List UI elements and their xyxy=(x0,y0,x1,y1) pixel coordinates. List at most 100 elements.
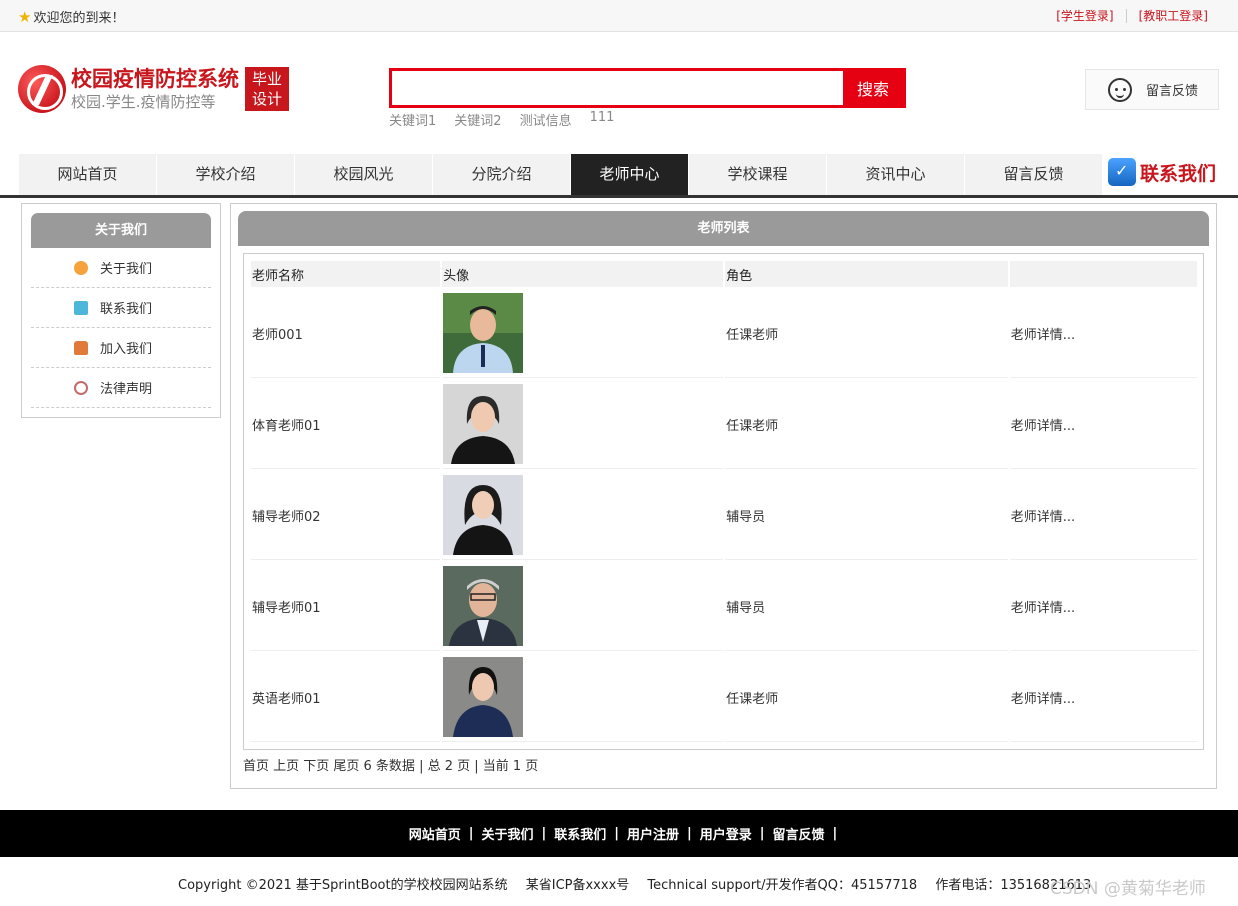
sidebar-item-contact[interactable]: 联系我们 xyxy=(31,288,211,328)
contact-us-link[interactable]: 联系我们 xyxy=(1108,158,1216,186)
teacher-role: 任课老师 xyxy=(725,380,1008,469)
icp-text: 某省ICP备xxxx号 xyxy=(525,878,630,893)
avatar-cell xyxy=(442,380,724,469)
teacher-role: 任课老师 xyxy=(725,289,1008,378)
search-button[interactable]: 搜索 xyxy=(843,71,903,105)
feedback-button[interactable]: 留言反馈 xyxy=(1085,69,1219,110)
teacher-name: 辅导老师02 xyxy=(251,471,441,560)
avatar-cell xyxy=(442,653,724,742)
sidebar-item-label: 法律声明 xyxy=(100,382,153,397)
pagination[interactable]: 首页 上页 下页 尾页 6 条数据 | 总 2 页 | 当前 1 页 xyxy=(243,755,538,774)
table-row: 辅导老师02 辅导员 老师详情... xyxy=(251,471,1197,560)
table-row: 辅导老师01 辅导员 老师详情... xyxy=(251,562,1197,651)
footer-link-contact[interactable]: 联系我们 xyxy=(546,824,614,843)
nav-item-feedback[interactable]: 留言反馈 xyxy=(965,154,1103,195)
footer-link-about[interactable]: 关于我们 xyxy=(473,824,541,843)
header: 校园疫情防控系统 校园.学生.疫情防控等 毕业 设计 搜索 关键词1 关键词2 … xyxy=(0,32,1238,154)
welcome-message: ★ 欢迎您的到来！ xyxy=(18,7,124,26)
clipboard-icon xyxy=(74,300,88,315)
sidebar-item-label: 关于我们 xyxy=(100,262,153,277)
nav-item-teacher-center[interactable]: 老师中心 xyxy=(571,154,689,195)
student-login-link[interactable]: [学生登录] xyxy=(1044,7,1125,24)
support-text: Technical support/开发作者QQ：45157718 xyxy=(647,878,918,893)
sidebar-item-legal[interactable]: 法律声明 xyxy=(31,368,211,408)
feedback-label: 留言反馈 xyxy=(1146,84,1199,99)
teacher-table: 老师名称 头像 角色 老师001 任课老师 老师详情... 体育老师01 任课老… xyxy=(249,259,1199,744)
teacher-role: 辅导员 xyxy=(725,471,1008,560)
table-header-row: 老师名称 头像 角色 xyxy=(251,261,1197,287)
teacher-detail-link[interactable]: 老师详情... xyxy=(1011,510,1075,525)
teacher-name: 英语老师01 xyxy=(251,653,441,742)
top-bar: ★ 欢迎您的到来！ [学生登录] [教职工登录] xyxy=(0,0,1238,32)
contact-us-label: 联系我们 xyxy=(1140,162,1217,185)
footer-link-feedback[interactable]: 留言反馈 xyxy=(765,824,833,843)
teacher-avatar[interactable] xyxy=(443,475,524,555)
table-row: 老师001 任课老师 老师详情... xyxy=(251,289,1197,378)
teacher-role: 辅导员 xyxy=(725,562,1008,651)
search-input[interactable] xyxy=(392,71,843,105)
badge-line-1: 毕业 xyxy=(251,70,282,88)
watermark: CSDN @黄菊华老师 xyxy=(1050,879,1206,899)
teacher-avatar[interactable] xyxy=(443,384,524,464)
keyword-link[interactable]: 关键词2 xyxy=(454,110,501,129)
staff-login-link[interactable]: [教职工登录] xyxy=(1127,7,1220,24)
nav-item-home[interactable]: 网站首页 xyxy=(19,154,157,195)
teacher-avatar[interactable] xyxy=(443,293,524,373)
footer-nav: 网站首页 | 关于我们 | 联系我们 | 用户注册 | 用户登录 | 留言反馈 | xyxy=(0,810,1238,857)
footer-link-register[interactable]: 用户注册 xyxy=(619,824,687,843)
main-nav: 网站首页 学校介绍 校园风光 分院介绍 老师中心 学校课程 资讯中心 留言反馈 … xyxy=(0,154,1238,198)
avatar-cell xyxy=(442,562,724,651)
info-icon xyxy=(74,260,88,275)
teacher-avatar[interactable] xyxy=(443,566,524,646)
logo-icon xyxy=(18,65,66,113)
keyword-link[interactable]: 测试信息 xyxy=(520,110,572,129)
site-logo[interactable]: 校园疫情防控系统 校园.学生.疫情防控等 毕业 设计 xyxy=(18,65,289,113)
nav-item-college-intro[interactable]: 分院介绍 xyxy=(433,154,571,195)
site-subtitle: 校园.学生.疫情防控等 xyxy=(71,93,216,111)
hot-keywords: 关键词1 关键词2 测试信息 111 xyxy=(389,110,614,129)
teacher-detail-link[interactable]: 老师详情... xyxy=(1011,692,1075,707)
column-header: 头像 xyxy=(442,261,724,287)
sidebar-item-join[interactable]: 加入我们 xyxy=(31,328,211,368)
nav-item-courses[interactable]: 学校课程 xyxy=(689,154,827,195)
sidebar-item-label: 联系我们 xyxy=(100,302,153,317)
teacher-detail-link[interactable]: 老师详情... xyxy=(1011,601,1075,616)
nav-item-school-intro[interactable]: 学校介绍 xyxy=(157,154,295,195)
logo-text: 校园疫情防控系统 校园.学生.疫情防控等 xyxy=(71,66,239,112)
site-title: 校园疫情防控系统 xyxy=(71,67,239,91)
teacher-name: 老师001 xyxy=(251,289,441,378)
column-header: 角色 xyxy=(725,261,1008,287)
teacher-name: 辅导老师01 xyxy=(251,562,441,651)
nav-item-news[interactable]: 资讯中心 xyxy=(827,154,965,195)
teacher-table-container: 老师名称 头像 角色 老师001 任课老师 老师详情... 体育老师01 任课老… xyxy=(243,253,1204,750)
sidebar-item-label: 加入我们 xyxy=(100,342,153,357)
badge-line-2: 设计 xyxy=(251,90,282,108)
footer-link-login[interactable]: 用户登录 xyxy=(692,824,760,843)
sidebar-item-about[interactable]: 关于我们 xyxy=(31,248,211,288)
teacher-detail-link[interactable]: 老师详情... xyxy=(1011,419,1075,434)
teacher-name: 体育老师01 xyxy=(251,380,441,469)
avatar-cell xyxy=(442,471,724,560)
panel-title: 老师列表 xyxy=(238,211,1209,246)
column-header xyxy=(1009,261,1197,287)
welcome-text: 欢迎您的到来！ xyxy=(33,11,125,26)
lock-icon xyxy=(74,340,88,355)
copyright-line: Copyright ©2021 基于SprintBoot的学校校园网站系统 某省… xyxy=(178,874,1105,893)
nav-items: 网站首页 学校介绍 校园风光 分院介绍 老师中心 学校课程 资讯中心 留言反馈 xyxy=(19,154,1103,195)
teacher-detail-link[interactable]: 老师详情... xyxy=(1011,328,1075,343)
footer-link-home[interactable]: 网站首页 xyxy=(401,824,469,843)
keyword-link[interactable]: 111 xyxy=(590,110,615,129)
teacher-avatar[interactable] xyxy=(443,657,524,737)
sidebar: 关于我们 关于我们 联系我们 加入我们 法律声明 xyxy=(21,203,221,418)
graduation-badge: 毕业 设计 xyxy=(245,67,289,111)
phone-icon xyxy=(1108,158,1136,186)
sidebar-title: 关于我们 xyxy=(31,213,211,248)
sidebar-list: 关于我们 联系我们 加入我们 法律声明 xyxy=(31,248,211,408)
login-links: [学生登录] [教职工登录] xyxy=(1044,7,1220,24)
power-icon xyxy=(74,380,88,395)
teacher-role: 任课老师 xyxy=(725,653,1008,742)
nav-item-campus-scenery[interactable]: 校园风光 xyxy=(295,154,433,195)
keyword-link[interactable]: 关键词1 xyxy=(389,110,436,129)
main-content: 老师列表 老师名称 头像 角色 老师001 任课老师 老师详情... 体育老师0… xyxy=(230,203,1217,789)
copyright-text: Copyright ©2021 基于SprintBoot的学校校园网站系统 xyxy=(178,878,508,893)
